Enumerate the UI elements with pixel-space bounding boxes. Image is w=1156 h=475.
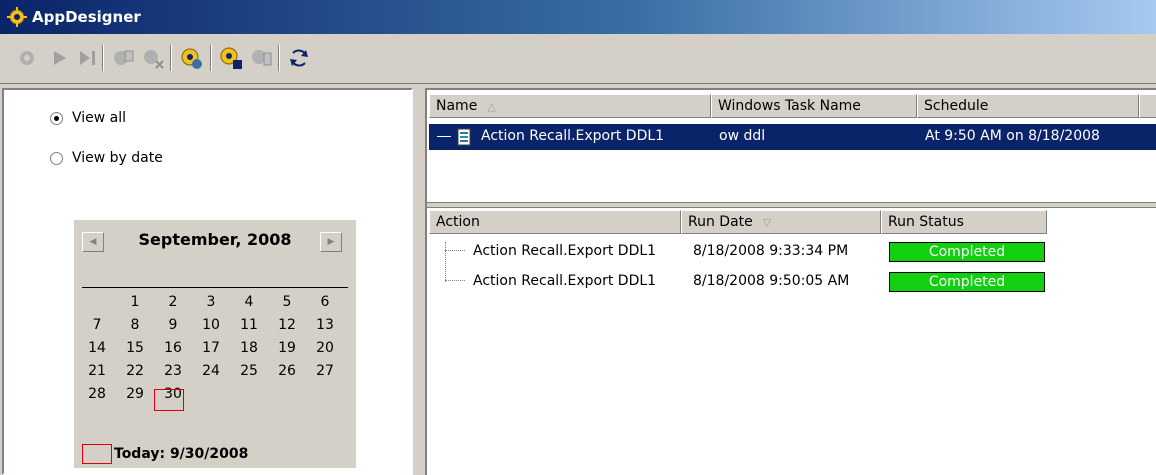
tree-connector — [437, 136, 451, 137]
column-header-action[interactable]: Action — [429, 210, 681, 234]
weekday-divider — [82, 287, 348, 288]
calendar-day[interactable]: 1 — [124, 294, 146, 310]
task-name-cell: Action Recall.Export DDL1 — [481, 128, 665, 144]
delete-gear-icon[interactable] — [140, 45, 166, 71]
run-gear-icon[interactable] — [14, 45, 40, 71]
task-document-icon — [457, 128, 471, 146]
calendar-day[interactable]: 2 — [162, 294, 184, 310]
view-by-date-option[interactable]: View by date — [50, 150, 163, 166]
calendar-day[interactable]: 8 — [124, 317, 146, 333]
run-status-badge: Completed — [889, 242, 1045, 262]
calendar-day[interactable]: 9 — [162, 317, 184, 333]
calendar-day[interactable]: 21 — [86, 363, 108, 379]
calendar-day[interactable]: 10 — [200, 317, 222, 333]
view-by-date-radio[interactable] — [50, 151, 63, 165]
view-all-option[interactable]: View all — [50, 110, 126, 126]
run-row[interactable]: Action Recall.Export DDL1 8/18/2008 9:50… — [427, 270, 1156, 294]
calendar-day[interactable]: 26 — [276, 363, 298, 379]
calendar-day[interactable]: 6 — [314, 294, 336, 310]
export-gear-icon[interactable] — [218, 45, 244, 71]
today-marker-icon — [82, 444, 112, 464]
today-label: Today: 9/30/2008 — [114, 446, 249, 462]
calendar-day[interactable]: 5 — [276, 294, 298, 310]
calendar-day[interactable]: 28 — [86, 386, 108, 402]
today-link[interactable]: Today: 9/30/2008 — [82, 444, 248, 464]
schedule-cell: At 9:50 AM on 8/18/2008 — [925, 128, 1100, 144]
calendar-day[interactable]: 29 — [124, 386, 146, 402]
toolbar — [0, 34, 1156, 84]
calendar-day[interactable]: 18 — [238, 340, 260, 356]
month-calendar: ◀ September, 2008 ▶ 1 2 3 4 5 6 7 8 9 10 11 12 13 14 1… — [74, 220, 356, 468]
calendar-day[interactable]: 22 — [124, 363, 146, 379]
calendar-day[interactable]: 4 — [238, 294, 260, 310]
selected-day-marker — [154, 389, 184, 411]
view-all-label: View all — [72, 110, 127, 126]
calendar-month-label: September, 2008 — [138, 230, 292, 249]
calendar-day[interactable]: 17 — [200, 340, 222, 356]
calendar-day[interactable]: 20 — [314, 340, 336, 356]
sort-asc-icon: △ — [487, 99, 496, 113]
run-action-cell: Action Recall.Export DDL1 — [473, 243, 657, 259]
window-title: AppDesigner — [32, 8, 141, 26]
run-status-badge: Completed — [889, 272, 1045, 292]
calendar-day[interactable]: 14 — [86, 340, 108, 356]
run-row[interactable]: Action Recall.Export DDL1 8/18/2008 9:33… — [427, 240, 1156, 264]
tasks-pane: Name △ Windows Task Name Schedule Action … — [425, 88, 1156, 475]
run-date-cell: 8/18/2008 9:33:34 PM — [693, 243, 849, 259]
schedule-gear-icon[interactable] — [178, 45, 204, 71]
copy-gear-icon[interactable] — [110, 45, 136, 71]
column-header-task-name[interactable]: Windows Task Name — [711, 94, 917, 118]
next-month-button[interactable]: ▶ — [320, 232, 342, 252]
column-header-run-status[interactable]: Run Status — [881, 210, 1047, 234]
task-row[interactable]: Action Recall.Export DDL1 ow ddl At 9:50… — [429, 124, 1156, 150]
calendar-day[interactable]: 12 — [276, 317, 298, 333]
calendar-day[interactable]: 16 — [162, 340, 184, 356]
calendar-day[interactable]: 19 — [276, 340, 298, 356]
calendar-day[interactable]: 27 — [314, 363, 336, 379]
refresh-icon[interactable] — [286, 45, 312, 71]
play-icon[interactable] — [46, 45, 72, 71]
windows-task-cell: ow ddl — [719, 128, 766, 144]
right-arrow-icon: ▶ — [327, 237, 335, 247]
calendar-day[interactable]: 23 — [162, 363, 184, 379]
calendar-day[interactable]: 15 — [124, 340, 146, 356]
view-by-date-label: View by date — [72, 150, 163, 166]
calendar-day[interactable]: 24 — [200, 363, 222, 379]
run-action-cell: Action Recall.Export DDL1 — [473, 273, 657, 289]
column-header-run-date[interactable]: Run Date ▽ — [681, 210, 881, 234]
pane-splitter[interactable] — [427, 202, 1156, 208]
calendar-day[interactable]: 3 — [200, 294, 222, 310]
calendar-day[interactable]: 11 — [238, 317, 260, 333]
sort-desc-icon: ▽ — [762, 215, 772, 229]
column-header-name[interactable]: Name △ — [429, 94, 711, 118]
calendar-day[interactable]: 25 — [238, 363, 260, 379]
properties-gear-icon[interactable] — [248, 45, 274, 71]
filter-pane: View all View by date ◀ September, 2008 … — [2, 88, 413, 475]
column-header-schedule[interactable]: Schedule — [917, 94, 1139, 118]
title-bar: AppDesigner — [0, 0, 1156, 34]
calendar-day[interactable]: 7 — [86, 317, 108, 333]
run-date-cell: 8/18/2008 9:50:05 AM — [693, 273, 850, 289]
step-icon[interactable] — [74, 45, 100, 71]
view-all-radio[interactable] — [50, 111, 63, 125]
calendar-day[interactable]: 13 — [314, 317, 336, 333]
app-gear-icon — [7, 7, 27, 27]
